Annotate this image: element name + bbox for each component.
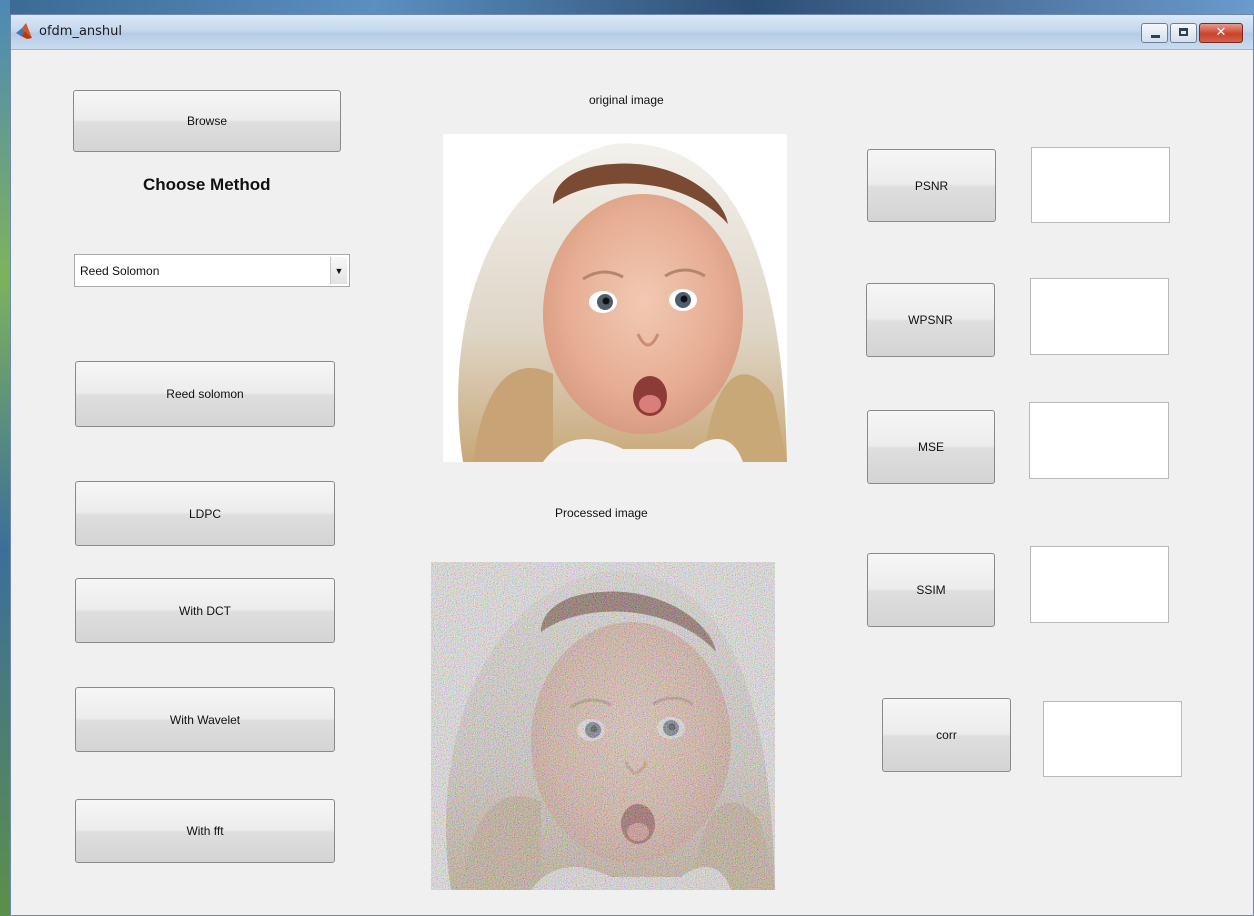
original-image <box>443 134 787 462</box>
psnr-button[interactable]: PSNR <box>867 149 996 222</box>
desktop-background-top <box>0 0 1254 14</box>
desktop-background-left <box>0 0 10 916</box>
original-image-label: original image <box>589 93 664 107</box>
title-bar[interactable]: ofdm_anshul ✕ <box>11 15 1253 50</box>
processed-image <box>431 562 775 890</box>
minimize-button[interactable] <box>1141 23 1168 43</box>
processed-image-label: Processed image <box>555 506 648 520</box>
ssim-button[interactable]: SSIM <box>867 553 995 627</box>
corr-field[interactable] <box>1043 701 1182 777</box>
maximize-icon <box>1179 28 1188 36</box>
maximize-button[interactable] <box>1170 23 1197 43</box>
choose-method-heading: Choose Method <box>143 175 271 194</box>
window-title: ofdm_anshul <box>39 24 123 39</box>
with-fft-button[interactable]: With fft <box>75 799 335 863</box>
wpsnr-field[interactable] <box>1030 278 1169 355</box>
mse-field[interactable] <box>1029 402 1169 479</box>
browse-button[interactable]: Browse <box>73 90 341 152</box>
close-icon: ✕ <box>1215 25 1227 40</box>
mse-button[interactable]: MSE <box>867 410 995 484</box>
minimize-icon <box>1151 35 1160 38</box>
wpsnr-button[interactable]: WPSNR <box>866 283 995 357</box>
app-window: ofdm_anshul ✕ Browse Choose Method Reed … <box>10 14 1254 916</box>
corr-button[interactable]: corr <box>882 698 1011 772</box>
method-select-value: Reed Solomon <box>80 264 160 278</box>
ldpc-button[interactable]: LDPC <box>75 481 335 546</box>
psnr-field[interactable] <box>1031 147 1170 223</box>
with-dct-button[interactable]: With DCT <box>75 578 335 643</box>
close-button[interactable]: ✕ <box>1199 23 1243 43</box>
matlab-icon <box>16 23 32 39</box>
chevron-down-icon[interactable]: ▼ <box>330 257 347 284</box>
with-wavelet-button[interactable]: With Wavelet <box>75 687 335 752</box>
method-select[interactable]: Reed Solomon ▼ <box>74 254 350 287</box>
ssim-field[interactable] <box>1030 546 1169 623</box>
reed-solomon-button[interactable]: Reed solomon <box>75 361 335 427</box>
